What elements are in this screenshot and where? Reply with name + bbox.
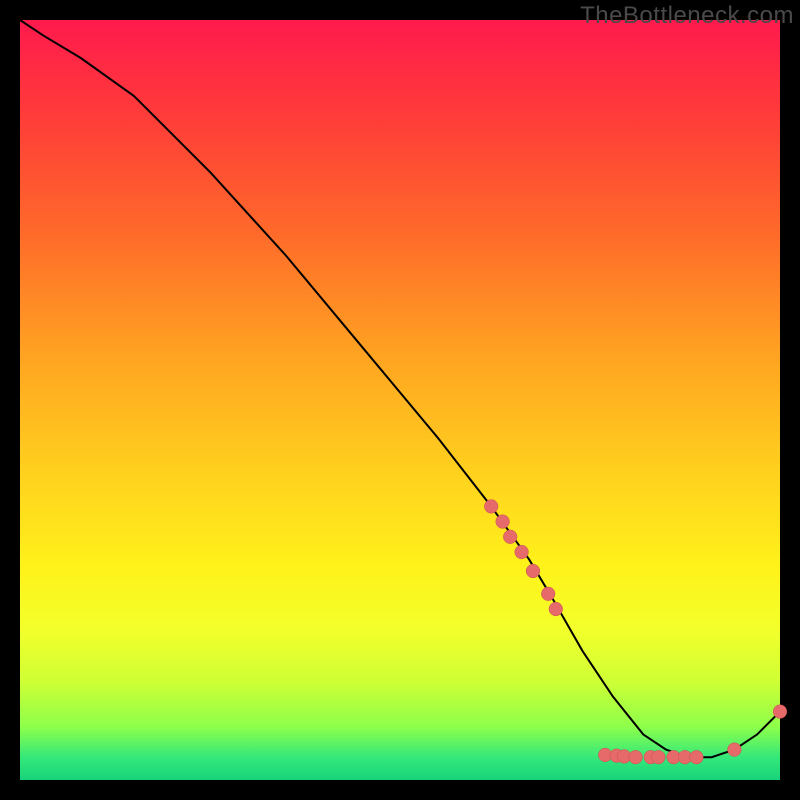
curve-layer xyxy=(20,20,780,780)
data-marker xyxy=(496,515,510,529)
data-marker xyxy=(652,750,666,764)
data-marker xyxy=(549,602,563,616)
chart-frame: TheBottleneck.com xyxy=(0,0,800,800)
bottleneck-curve xyxy=(20,20,780,757)
data-marker xyxy=(690,750,704,764)
data-marker xyxy=(541,587,555,601)
watermark-text: TheBottleneck.com xyxy=(580,2,794,30)
data-marker xyxy=(526,564,540,578)
data-marker xyxy=(728,743,742,757)
data-marker xyxy=(773,705,787,719)
plot-area xyxy=(20,20,780,780)
data-marker xyxy=(515,545,529,559)
data-marker xyxy=(629,750,643,764)
data-marker xyxy=(503,530,517,544)
data-marker xyxy=(484,500,498,514)
